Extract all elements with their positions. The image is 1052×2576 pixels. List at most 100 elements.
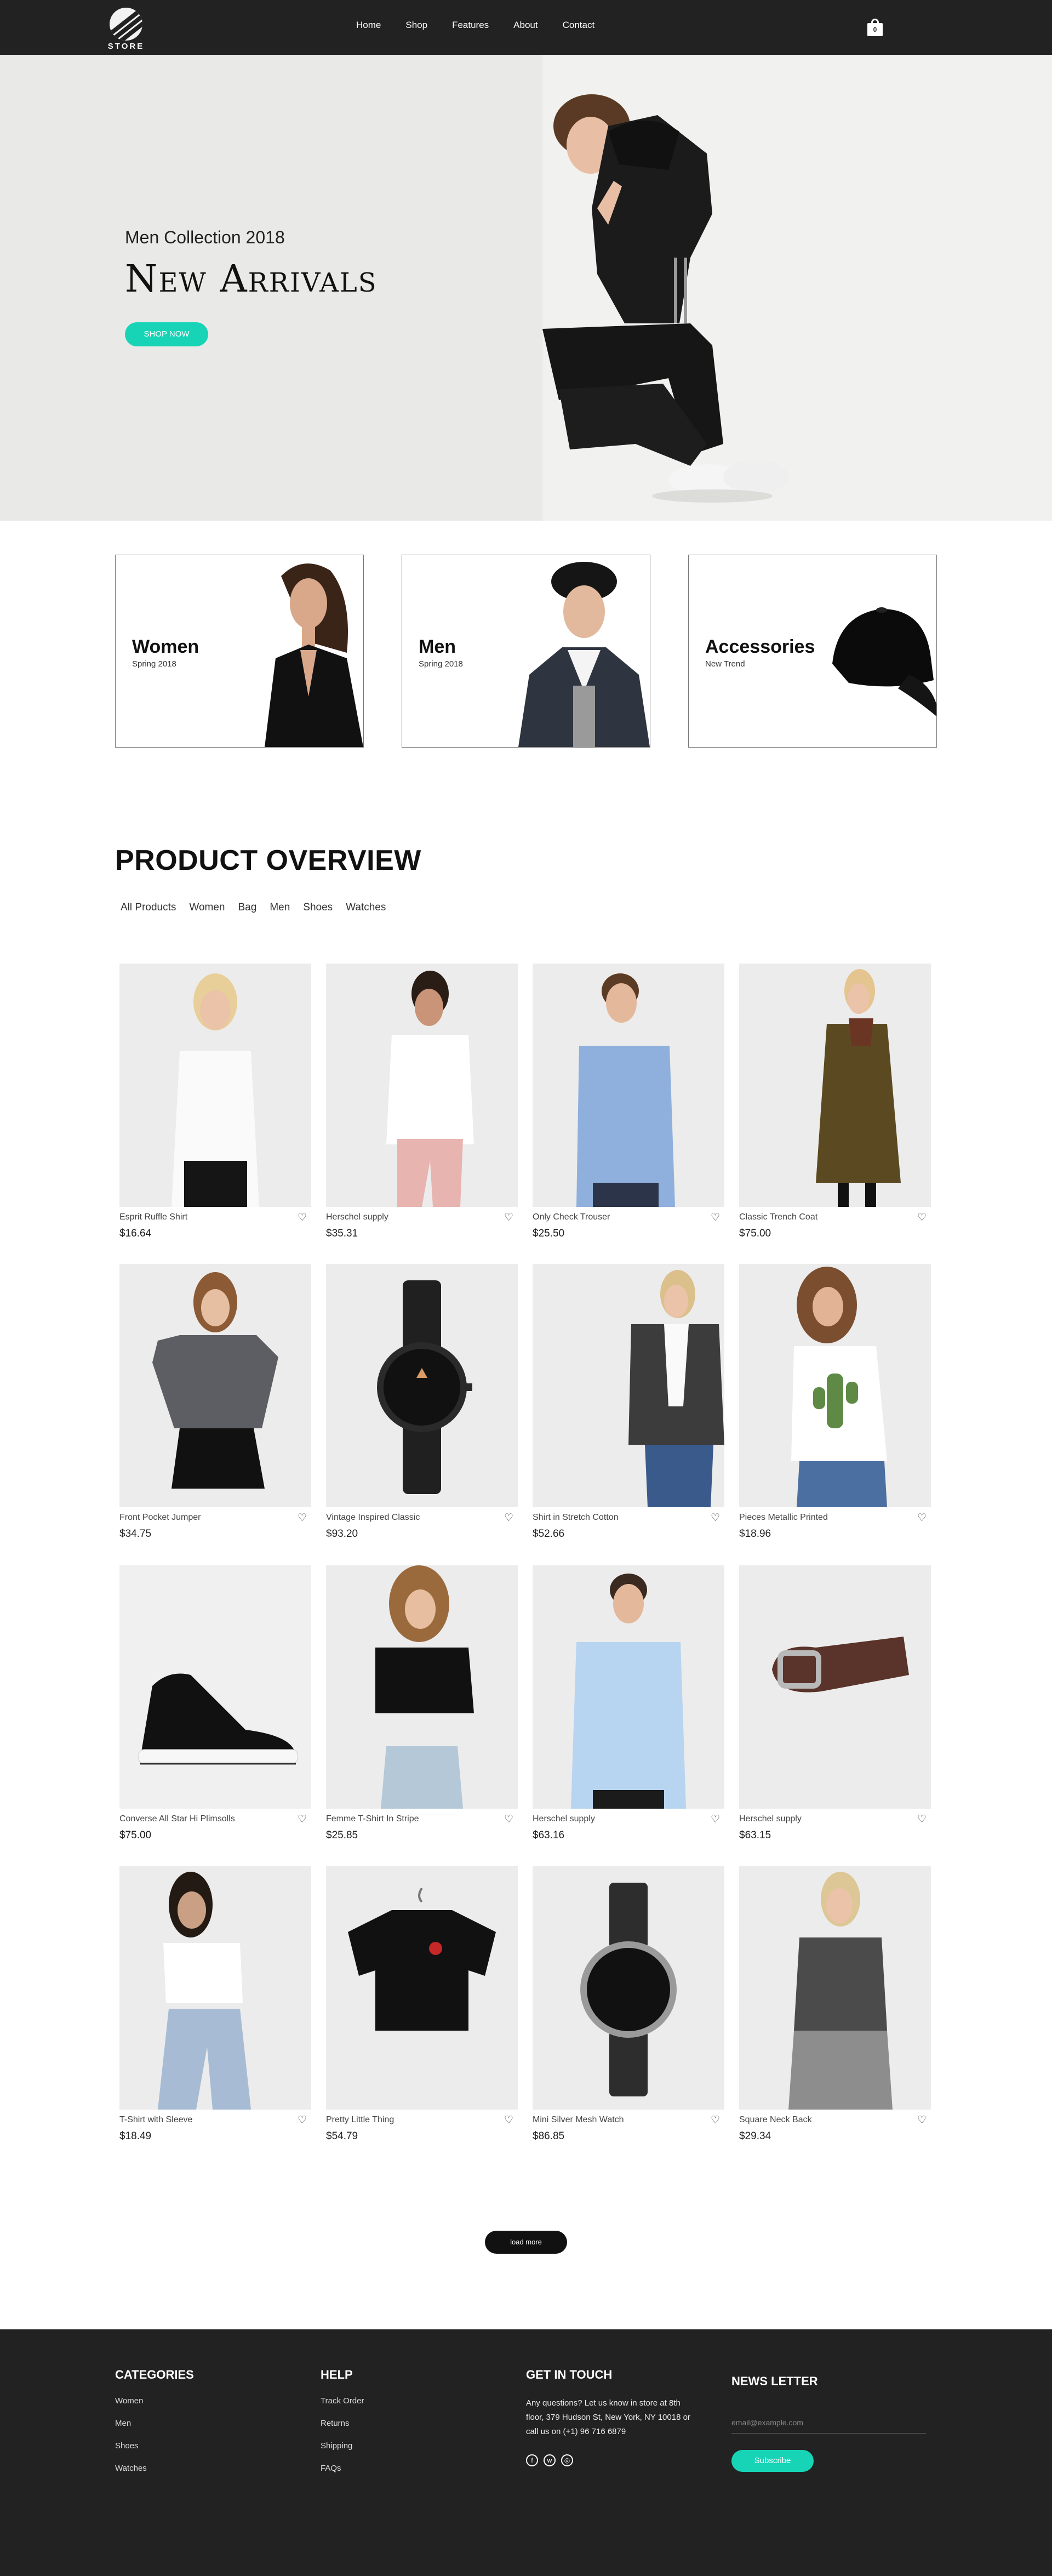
product-image[interactable] bbox=[533, 1565, 724, 1809]
filter-all-products[interactable]: All Products bbox=[121, 902, 176, 914]
product-price: $75.00 bbox=[739, 1228, 771, 1239]
product-image[interactable] bbox=[326, 1565, 518, 1809]
product-name[interactable]: Converse All Star Hi Plimsolls bbox=[119, 1814, 235, 1824]
product-image[interactable] bbox=[326, 1264, 518, 1507]
product-image[interactable] bbox=[119, 1866, 311, 2110]
product-image[interactable] bbox=[533, 1866, 724, 2110]
nav-shop[interactable]: Shop bbox=[405, 20, 427, 31]
product-name[interactable]: Front Pocket Jumper bbox=[119, 1513, 201, 1523]
product-name[interactable]: T-Shirt with Sleeve bbox=[119, 2115, 192, 2125]
product-price: $93.20 bbox=[326, 1528, 358, 1540]
nav-features[interactable]: Features bbox=[452, 20, 489, 31]
heart-icon[interactable]: ♡ bbox=[298, 1211, 307, 1224]
product-price: $52.66 bbox=[533, 1528, 565, 1540]
heart-icon[interactable]: ♡ bbox=[298, 1512, 307, 1524]
product-image[interactable] bbox=[533, 1264, 724, 1507]
product-image[interactable] bbox=[739, 1866, 931, 2110]
product-name[interactable]: Shirt in Stretch Cotton bbox=[533, 1513, 619, 1523]
footer-link-women[interactable]: Women bbox=[115, 2396, 194, 2406]
product-price: $29.34 bbox=[739, 2130, 771, 2142]
newsletter-email-input[interactable] bbox=[731, 2412, 926, 2433]
facebook-icon[interactable]: f bbox=[526, 2454, 538, 2466]
product-filters: All Products Women Bag Men Shoes Watches bbox=[121, 902, 399, 914]
product-price: $18.96 bbox=[739, 1528, 771, 1540]
cart-button[interactable]: 0 bbox=[867, 19, 883, 36]
product-image[interactable] bbox=[326, 1866, 518, 2110]
product-image[interactable] bbox=[739, 964, 931, 1207]
product-price: $63.15 bbox=[739, 1830, 771, 1841]
footer-contact: GET IN TOUCH Any questions? Let us know … bbox=[526, 2368, 690, 2466]
heart-icon[interactable]: ♡ bbox=[711, 1813, 720, 1826]
product-image[interactable] bbox=[326, 964, 518, 1207]
footer-link-faqs[interactable]: FAQs bbox=[321, 2464, 364, 2473]
heart-icon[interactable]: ♡ bbox=[917, 1512, 927, 1524]
subscribe-button[interactable]: Subscribe bbox=[731, 2450, 814, 2472]
heart-icon[interactable]: ♡ bbox=[917, 2114, 927, 2127]
logo-text: STORE bbox=[107, 42, 145, 51]
banner-women[interactable]: Women Spring 2018 bbox=[115, 555, 364, 748]
footer-link-men[interactable]: Men bbox=[115, 2419, 194, 2428]
heart-icon[interactable]: ♡ bbox=[504, 1211, 513, 1224]
whatsapp-icon[interactable]: w bbox=[544, 2454, 556, 2466]
filter-women[interactable]: Women bbox=[189, 902, 225, 914]
product-name[interactable]: Classic Trench Coat bbox=[739, 1212, 817, 1222]
product-image[interactable] bbox=[119, 1565, 311, 1809]
filter-bag[interactable]: Bag bbox=[238, 902, 257, 914]
social-links: f w ◎ bbox=[526, 2454, 690, 2466]
banner-men[interactable]: Men Spring 2018 bbox=[402, 555, 650, 748]
banner-subtitle: Spring 2018 bbox=[132, 659, 176, 669]
heart-icon[interactable]: ♡ bbox=[711, 2114, 720, 2127]
product-name[interactable]: Herschel supply bbox=[533, 1814, 595, 1824]
banner-subtitle: New Trend bbox=[705, 659, 745, 669]
product-image[interactable] bbox=[739, 1264, 931, 1507]
filter-watches[interactable]: Watches bbox=[346, 902, 386, 914]
product-image[interactable] bbox=[119, 1264, 311, 1507]
product-image[interactable] bbox=[739, 1565, 931, 1809]
filter-shoes[interactable]: Shoes bbox=[303, 902, 333, 914]
product-name[interactable]: Esprit Ruffle Shirt bbox=[119, 1212, 187, 1222]
nav-contact[interactable]: Contact bbox=[563, 20, 595, 31]
heart-icon[interactable]: ♡ bbox=[504, 1813, 513, 1826]
heart-icon[interactable]: ♡ bbox=[504, 2114, 513, 2127]
product-name[interactable]: Femme T-Shirt In Stripe bbox=[326, 1814, 419, 1824]
heart-icon[interactable]: ♡ bbox=[711, 1211, 720, 1224]
heart-icon[interactable]: ♡ bbox=[298, 1813, 307, 1826]
footer-link-watches[interactable]: Watches bbox=[115, 2464, 194, 2473]
heart-icon[interactable]: ♡ bbox=[504, 1512, 513, 1524]
store-logo[interactable]: STORE bbox=[105, 8, 147, 53]
product-name[interactable]: Mini Silver Mesh Watch bbox=[533, 2115, 624, 2125]
product-price: $18.49 bbox=[119, 2130, 152, 2142]
banner-accessories[interactable]: Accessories New Trend bbox=[688, 555, 937, 748]
footer-categories: CATEGORIES Women Men Shoes Watches bbox=[115, 2368, 194, 2486]
footer-link-shoes[interactable]: Shoes bbox=[115, 2441, 194, 2450]
contact-text: Any questions? Let us know in store at 8… bbox=[526, 2398, 690, 2436]
product-name[interactable]: Only Check Trouser bbox=[533, 1212, 610, 1222]
footer-link-track-order[interactable]: Track Order bbox=[321, 2396, 364, 2406]
footer-link-shipping[interactable]: Shipping bbox=[321, 2441, 364, 2450]
heart-icon[interactable]: ♡ bbox=[298, 2114, 307, 2127]
product-name[interactable]: Herschel supply bbox=[326, 1212, 388, 1222]
product-price: $25.85 bbox=[326, 1830, 358, 1841]
product-name[interactable]: Square Neck Back bbox=[739, 2115, 812, 2125]
banner-title: Men bbox=[419, 636, 456, 657]
hero-title: New Arrivals bbox=[125, 258, 378, 301]
product-name[interactable]: Vintage Inspired Classic bbox=[326, 1513, 420, 1523]
nav-about[interactable]: About bbox=[513, 20, 538, 31]
product-image[interactable] bbox=[119, 964, 311, 1207]
instagram-icon[interactable]: ◎ bbox=[561, 2454, 573, 2466]
footer-link-returns[interactable]: Returns bbox=[321, 2419, 364, 2428]
shop-now-button[interactable]: SHOP NOW bbox=[125, 322, 208, 346]
product-image[interactable] bbox=[533, 964, 724, 1207]
heart-icon[interactable]: ♡ bbox=[917, 1211, 927, 1224]
product-name[interactable]: Pretty Little Thing bbox=[326, 2115, 394, 2125]
product-price: $25.50 bbox=[533, 1228, 565, 1239]
heart-icon[interactable]: ♡ bbox=[917, 1813, 927, 1826]
product-name[interactable]: Herschel supply bbox=[739, 1814, 802, 1824]
nav-home[interactable]: Home bbox=[356, 20, 381, 31]
load-more-button[interactable]: load more bbox=[485, 2231, 567, 2254]
heart-icon[interactable]: ♡ bbox=[711, 1512, 720, 1524]
product-name[interactable]: Pieces Metallic Printed bbox=[739, 1513, 828, 1523]
footer-heading: GET IN TOUCH bbox=[526, 2368, 613, 2381]
filter-men[interactable]: Men bbox=[270, 902, 290, 914]
footer-heading: HELP bbox=[321, 2368, 353, 2381]
